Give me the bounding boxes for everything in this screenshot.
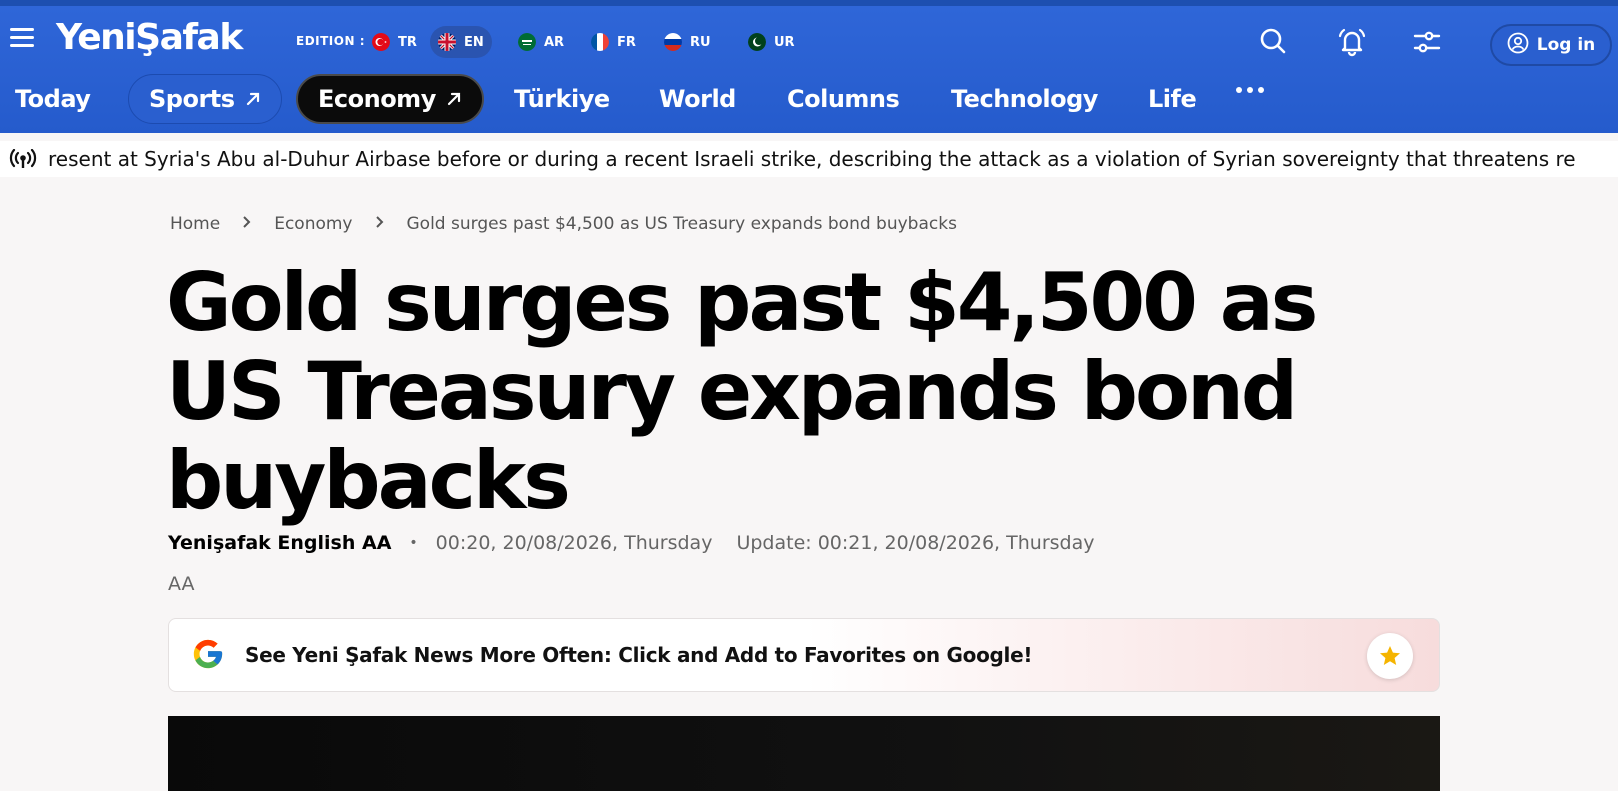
nav-item-sports[interactable]: Sports (128, 74, 282, 124)
nav-item-today[interactable]: Today (0, 74, 110, 124)
nav-label: Technology (951, 85, 1098, 113)
settings-sliders-icon[interactable] (1409, 24, 1445, 60)
article-headline: Gold surges past $4,500 as US Treasury e… (166, 256, 1318, 527)
login-button[interactable]: Log in (1490, 24, 1612, 66)
breadcrumb: Home Economy Gold surges past $4,500 as … (170, 214, 957, 234)
edition-fr[interactable]: FR (583, 26, 644, 58)
edition-code: RU (690, 34, 711, 50)
breadcrumb-economy[interactable]: Economy (274, 214, 352, 234)
breadcrumb-home[interactable]: Home (170, 214, 220, 234)
article-hero-image (168, 716, 1440, 791)
star-icon[interactable] (1367, 633, 1413, 679)
ticker-text[interactable]: resent at Syria's Abu al-Duhur Airbase b… (48, 147, 1576, 171)
france-flag-icon (591, 33, 609, 51)
nav-label: Economy (318, 85, 436, 113)
google-favorites-banner[interactable]: See Yeni Şafak News More Often: Click an… (168, 618, 1440, 692)
nav-item-world[interactable]: World (639, 74, 756, 124)
edition-en[interactable]: EN (430, 26, 492, 58)
article-byline: Yenişafak English AA • 00:20, 20/08/2026… (168, 532, 1094, 554)
font-size-toggle[interactable]: AA (168, 573, 195, 595)
nav-label: Life (1148, 85, 1197, 113)
saudi-flag-icon (518, 33, 536, 51)
nav-item-economy[interactable]: Economy (296, 74, 484, 124)
nav-label: Today (15, 85, 91, 113)
nav-item-columns[interactable]: Columns (767, 74, 919, 124)
edition-ar[interactable]: AR (510, 26, 572, 58)
search-icon[interactable] (1255, 24, 1291, 60)
edition-label: EDITION : (296, 34, 365, 48)
uk-flag-icon (438, 33, 456, 51)
login-label: Log in (1536, 35, 1596, 55)
pakistan-flag-icon (748, 33, 766, 51)
edition-ru[interactable]: RU (656, 26, 719, 58)
more-dots-icon[interactable] (1236, 78, 1264, 102)
edition-code: EN (464, 34, 484, 50)
nav-label: Sports (149, 85, 235, 113)
article-author[interactable]: Yenişafak English AA (168, 532, 391, 554)
edition-ur[interactable]: UR (740, 26, 803, 58)
user-icon (1507, 32, 1529, 59)
site-header: YeniŞafak EDITION : TR EN AR FR RU UR Lo… (0, 6, 1618, 133)
external-arrow-icon (245, 85, 261, 113)
edition-code: AR (544, 34, 565, 50)
broadcast-icon (8, 148, 38, 169)
publish-date: 00:20, 20/08/2026, Thursday (435, 532, 713, 554)
menu-icon[interactable] (10, 28, 34, 48)
nav-item-turkiye[interactable]: Türkiye (494, 74, 630, 124)
chevron-right-icon (375, 216, 385, 232)
main-nav: Today Sports Economy Türkiye World Colum… (0, 66, 1618, 126)
nav-label: World (659, 85, 736, 113)
google-icon (191, 637, 225, 671)
edition-code: UR (774, 34, 795, 50)
update-date: Update: 00:21, 20/08/2026, Thursday (736, 532, 1095, 554)
edition-code: TR (398, 34, 417, 50)
nav-label: Türkiye (514, 85, 610, 113)
separator-dot: • (409, 535, 418, 551)
russia-flag-icon (664, 33, 682, 51)
google-banner-text: See Yeni Şafak News More Often: Click an… (245, 643, 1033, 667)
edition-tr[interactable]: TR (364, 26, 425, 58)
nav-item-life[interactable]: Life (1128, 74, 1216, 124)
chevron-right-icon (242, 216, 252, 232)
breadcrumb-current: Gold surges past $4,500 as US Treasury e… (406, 214, 957, 234)
external-arrow-icon (446, 85, 462, 113)
site-logo[interactable]: YeniŞafak (56, 16, 243, 60)
bell-icon[interactable] (1334, 24, 1370, 60)
nav-label: Columns (787, 85, 900, 113)
turkey-flag-icon (372, 33, 390, 51)
edition-code: FR (617, 34, 636, 50)
nav-item-technology[interactable]: Technology (931, 74, 1118, 124)
news-ticker[interactable]: resent at Syria's Abu al-Duhur Airbase b… (0, 141, 1618, 177)
